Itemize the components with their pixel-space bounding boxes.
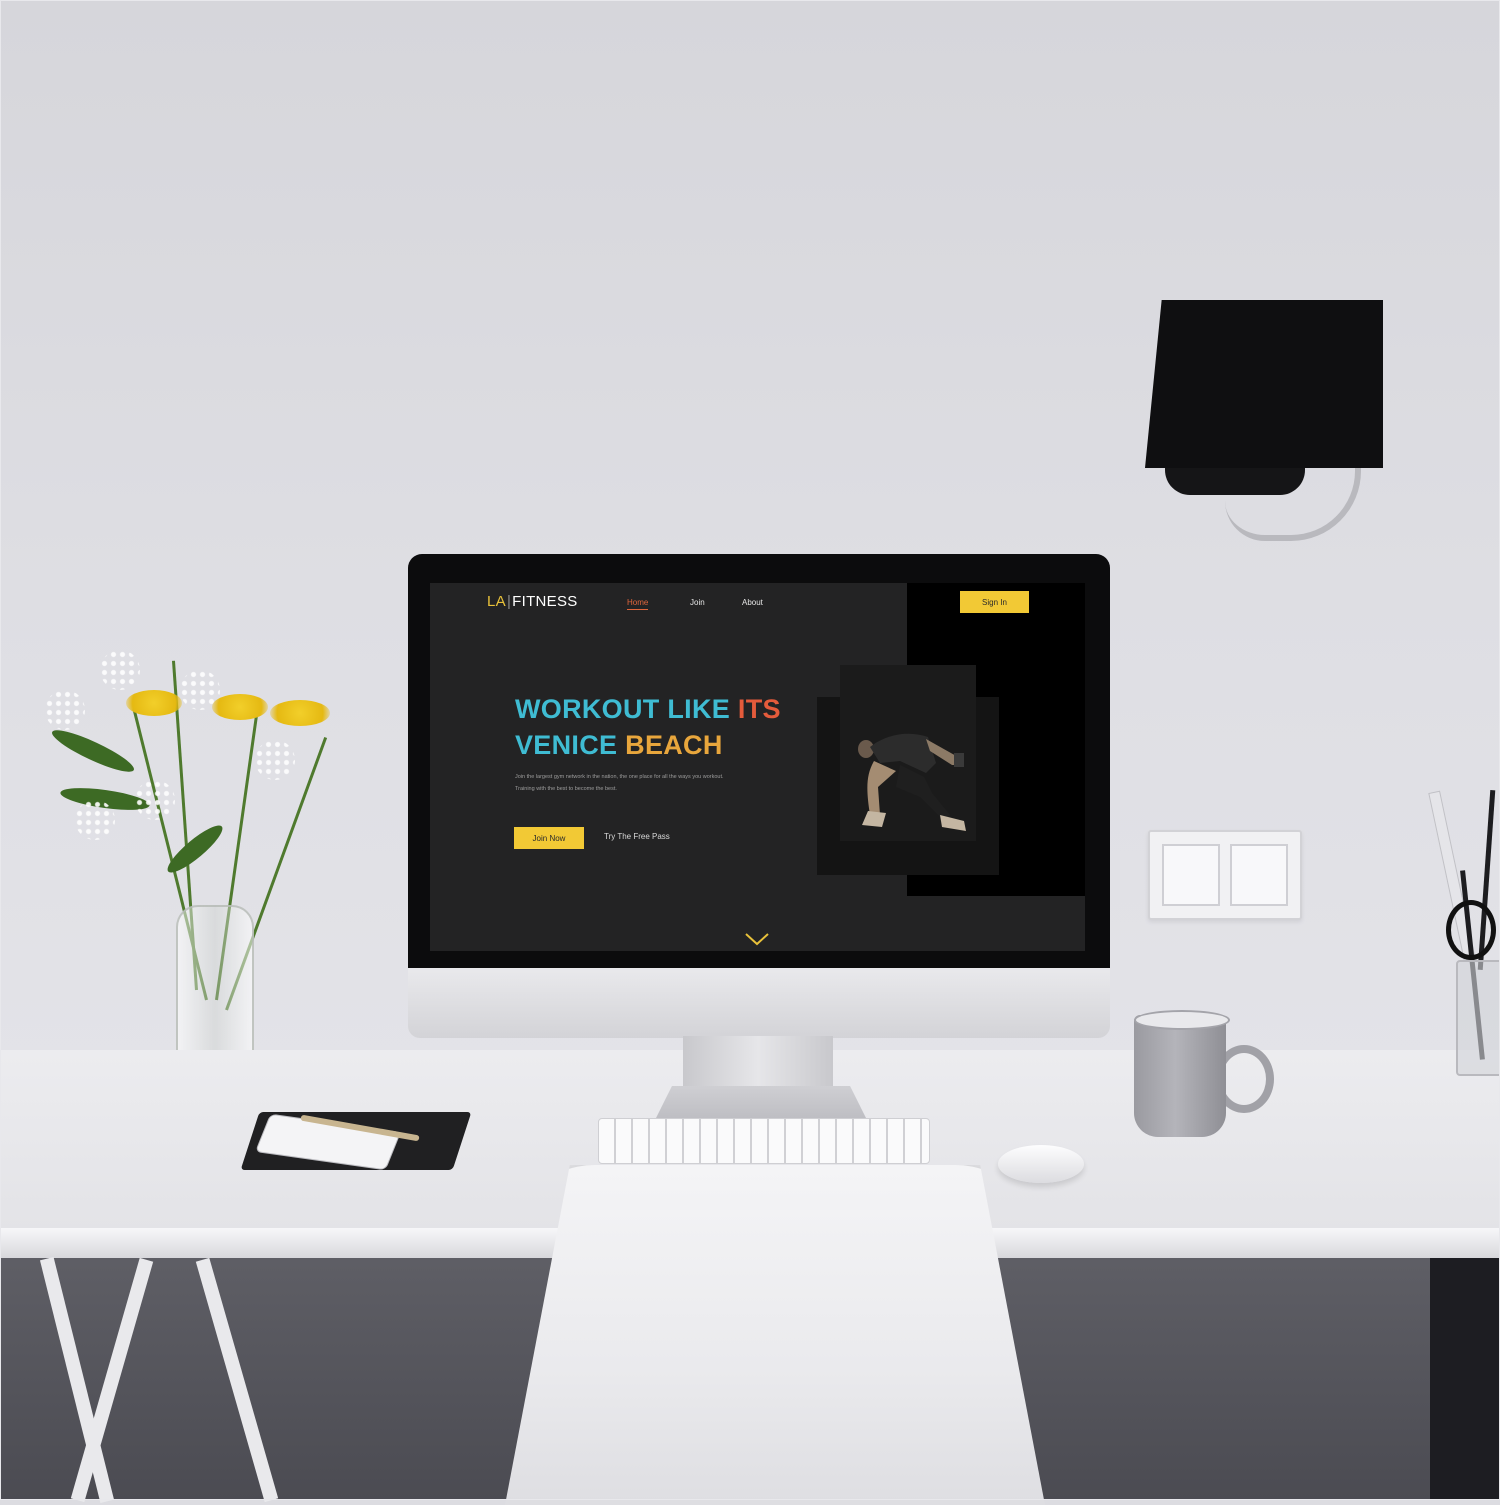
hero-title-word: VENICE [515, 730, 618, 760]
pen-holder [1456, 960, 1500, 1076]
light-switch-plate [1148, 830, 1302, 920]
athlete-figure [858, 733, 966, 831]
hero-title-word: ITS [737, 694, 781, 724]
dumbbell-icon [954, 753, 964, 767]
babys-breath [135, 780, 175, 820]
hero-athlete-photo [840, 665, 976, 841]
coffee-mug [1134, 1015, 1226, 1137]
athlete-arm-front [867, 761, 896, 815]
website-screen: LA|FITNESS Home Join About Sign In WORKO… [430, 583, 1085, 951]
mug-rim [1134, 1010, 1230, 1030]
chair [505, 1165, 1045, 1505]
light-switch-left [1162, 844, 1220, 906]
nav-join-link[interactable]: Join [690, 598, 705, 607]
dark-wall-corner [1430, 1250, 1500, 1500]
hero-title: WORKOUT LIKE ITS VENICE BEACH [515, 691, 781, 763]
site-logo[interactable]: LA|FITNESS [487, 593, 578, 610]
babys-breath [75, 800, 115, 840]
chevron-down-icon[interactable] [744, 932, 770, 946]
yellow-flower [212, 694, 268, 720]
babys-breath [255, 740, 295, 780]
free-pass-link[interactable]: Try The Free Pass [604, 832, 670, 841]
hero-title-word: WORKOUT LIKE [515, 694, 731, 724]
monitor-stand [683, 1036, 833, 1088]
nav-about-link[interactable]: About [742, 598, 763, 607]
light-switch-right [1230, 844, 1288, 906]
logo-separator: | [506, 593, 512, 610]
babys-breath [100, 650, 140, 690]
wall-lamp [1145, 300, 1383, 468]
keyboard [598, 1118, 930, 1164]
yellow-flower [126, 690, 182, 716]
mouse [998, 1145, 1084, 1183]
athlete-shorts [896, 765, 950, 821]
yellow-flower [270, 700, 330, 726]
babys-breath [45, 690, 85, 730]
logo-la: LA [487, 593, 506, 610]
athlete-foot [940, 815, 966, 831]
hero-description: Join the largest gym network in the nati… [515, 774, 724, 792]
athlete-knee [862, 811, 886, 827]
monitor-stand-base [655, 1086, 867, 1120]
monitor-chin [408, 968, 1110, 1038]
hero-title-word: BEACH [625, 730, 723, 760]
sign-in-button[interactable]: Sign In [960, 591, 1029, 613]
join-now-button[interactable]: Join Now [514, 827, 584, 849]
logo-fitness: FITNESS [512, 593, 578, 610]
scissors [1446, 900, 1496, 960]
nav-home-link[interactable]: Home [627, 598, 649, 610]
